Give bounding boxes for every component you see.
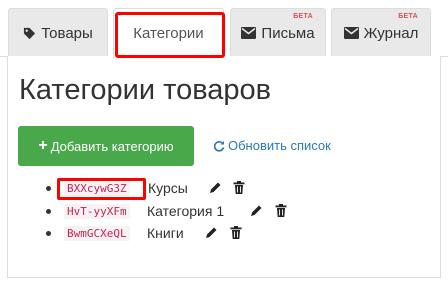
beta-badge: БЕТА (293, 13, 313, 20)
plus-icon: + (38, 137, 48, 154)
tab-journal-label: Журнал (363, 24, 419, 42)
tab-categories[interactable]: Категории (113, 8, 224, 58)
bullet (46, 209, 51, 214)
refresh-icon (213, 140, 225, 152)
tab-journal[interactable]: Журнал БЕТА (331, 8, 431, 57)
edit-icon[interactable] (209, 181, 222, 194)
category-name: Курсы (148, 180, 188, 196)
refresh-list-label: Обновить список (228, 138, 331, 153)
category-code: HvT-yyXFm (64, 204, 130, 219)
envelope-icon (343, 27, 359, 39)
edit-icon[interactable] (205, 226, 218, 239)
tab-letters[interactable]: Письма БЕТА (230, 8, 326, 57)
add-category-label: Добавить категорию (50, 138, 174, 154)
tab-products[interactable]: Товары (8, 8, 108, 57)
beta-badge: БЕТА (398, 13, 418, 20)
bullet (46, 186, 51, 191)
page-title: Категории товаров (19, 74, 272, 106)
trash-icon[interactable] (230, 226, 242, 239)
bullet (46, 231, 51, 236)
tab-categories-label: Категории (133, 25, 204, 42)
add-category-button[interactable]: + Добавить категорию (18, 126, 194, 166)
category-code: BwmGCXeQL (64, 226, 130, 241)
tab-bar: Товары Категории Письма БЕТА Журнал БЕТА (0, 0, 448, 58)
tag-icon (23, 27, 36, 40)
category-name: Категория 1 (147, 203, 225, 219)
envelope-icon (241, 27, 257, 39)
refresh-list-link[interactable]: Обновить список (213, 138, 331, 153)
tab-products-label: Товары (41, 24, 93, 42)
trash-icon[interactable] (275, 204, 287, 217)
category-name: Книги (147, 225, 184, 241)
tab-letters-label: Письма (261, 24, 315, 42)
trash-icon[interactable] (233, 181, 245, 194)
category-code: BXXcywG3Z (64, 181, 130, 196)
edit-icon[interactable] (250, 204, 263, 217)
